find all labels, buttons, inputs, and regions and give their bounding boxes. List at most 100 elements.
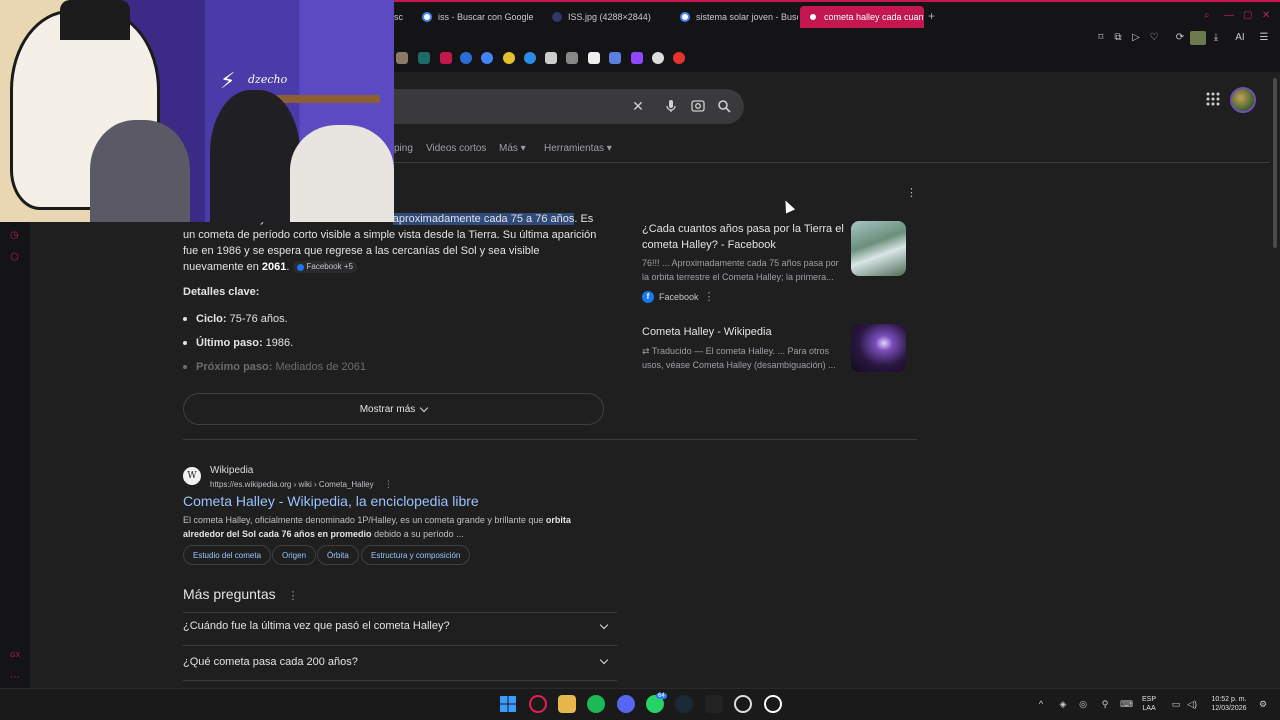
lens-icon[interactable] (690, 98, 706, 114)
show-more-button[interactable]: Mostrar más (183, 393, 604, 425)
sitelink-estructura[interactable]: Estructura y composición (361, 545, 471, 565)
bookmark-icon[interactable] (652, 52, 664, 64)
filter-short-videos[interactable]: Videos cortos (426, 143, 486, 154)
sitelink-orbita[interactable]: Órbita (317, 545, 359, 565)
more-options-icon[interactable]: ⋮ (384, 479, 393, 489)
discord-icon[interactable] (617, 695, 635, 713)
question-item[interactable]: ¿Qué cometa pasa cada 200 años? (183, 656, 358, 668)
bookmark-icon[interactable] (418, 52, 430, 64)
source-card-snippet: ⇄ Traducido — El cometa Halley. ... Para… (642, 344, 847, 372)
windows-start-icon[interactable] (499, 695, 517, 713)
snippet-text: debido a su período ... (371, 529, 464, 539)
sitelink-estudio[interactable]: Estudio del cometa (183, 545, 272, 565)
source-card-title[interactable]: ¿Cada cuantos años pasa por la Tierra el… (642, 221, 847, 253)
source-chip[interactable]: Facebook +5 (292, 261, 357, 274)
page-scrollbar[interactable] (1270, 72, 1280, 688)
close-icon[interactable]: ✕ (630, 98, 646, 114)
bookmark-icon[interactable] (481, 52, 493, 64)
spotify-icon[interactable] (587, 695, 605, 713)
tab-sistema-solar[interactable]: sistema solar joven - Busc (672, 6, 798, 28)
download-icon[interactable]: ⤓ (1210, 32, 1222, 44)
bullet-icon (183, 365, 187, 370)
bookmark-icon[interactable] (673, 52, 685, 64)
question-item[interactable]: ¿Cuándo fue la última vez que pasó el co… (183, 620, 450, 632)
heart-icon[interactable]: ♡ (1148, 32, 1160, 44)
steam-icon[interactable] (675, 695, 693, 713)
result-site-name: Wikipedia (210, 465, 254, 476)
avatar[interactable] (1230, 87, 1256, 113)
network-icon[interactable]: ◎ (1078, 699, 1088, 709)
mic-icon[interactable]: ⚲ (1100, 699, 1110, 709)
more-options-icon[interactable]: ⋮ (704, 290, 715, 303)
notification-icon[interactable]: ⚙ (1258, 699, 1268, 709)
show-more-label: Mostrar más (359, 403, 416, 415)
bookmark-icon[interactable] (566, 52, 578, 64)
new-tab-button[interactable]: + (928, 9, 935, 23)
bookmark-icon[interactable] (524, 52, 536, 64)
shield-icon[interactable]: ◈ (1058, 699, 1068, 709)
detail-item: Próximo paso: Mediados de 2061 (183, 361, 366, 373)
source-card-title[interactable]: Cometa Halley - Wikipedia (642, 324, 847, 340)
scrollbar-thumb[interactable] (1273, 78, 1277, 248)
volume-icon[interactable]: ◁) (1187, 699, 1197, 709)
bookmark-icon[interactable] (609, 52, 621, 64)
search-icon[interactable] (716, 98, 732, 114)
apps-grid-icon[interactable] (1206, 92, 1220, 106)
ai-overview-highlight: aproximadamente cada 75 a 76 años (392, 213, 575, 225)
person-center (210, 90, 300, 222)
monitor-icon[interactable]: ▭ (1171, 699, 1181, 709)
filter-tools[interactable]: Herramientas ▾ (544, 143, 612, 154)
stylus-app-icon[interactable] (705, 695, 723, 713)
bookmark-icon[interactable] (440, 52, 452, 64)
gx-icon[interactable]: GX (10, 652, 22, 664)
maximize-icon[interactable]: ▢ (1243, 10, 1255, 22)
bookmark-icon[interactable] (396, 52, 408, 64)
bookmark-icon[interactable] (460, 52, 472, 64)
bookmark-icon[interactable] (503, 52, 515, 64)
search-tabs-icon[interactable]: ⌕ (1204, 10, 1216, 22)
result-title-link[interactable]: Cometa Halley - Wikipedia, la encicloped… (183, 493, 479, 509)
extensions-icon[interactable]: ⬡ (10, 252, 22, 264)
sitelink-origen[interactable]: Origen (272, 545, 317, 565)
language-indicator[interactable]: ESP LAA (1142, 695, 1156, 713)
filter-shopping[interactable]: ping (394, 143, 413, 154)
extensions-icon[interactable]: ⟳ (1174, 32, 1186, 44)
mic-icon[interactable] (663, 98, 679, 114)
person-left (90, 120, 190, 222)
result-snippet: El cometa Halley, oficialmente denominad… (183, 513, 603, 541)
comet-thumbnail[interactable] (851, 324, 906, 372)
screenshot-icon[interactable]: ⧉ (1112, 32, 1124, 44)
bookmark-icon[interactable]: ⌑ (1095, 32, 1107, 44)
bookmark-icon[interactable] (588, 52, 600, 64)
question-divider (183, 645, 617, 646)
close-icon[interactable]: ✕ (1262, 10, 1274, 22)
profile-icon[interactable] (1190, 31, 1206, 45)
keyboard-icon[interactable]: ⌨ (1120, 699, 1133, 709)
bookmark-icon[interactable] (545, 52, 557, 64)
more-icon[interactable]: ⋯ (10, 672, 22, 684)
menu-icon[interactable]: ☰ (1258, 32, 1270, 44)
minimize-icon[interactable]: — (1224, 10, 1236, 22)
lightning-icon: ⚡ (220, 68, 236, 93)
more-options-icon[interactable]: ⋮ (906, 186, 917, 199)
clock[interactable]: 10:52 p. m. 12/03/2026 (1204, 695, 1254, 713)
bookmark-icon[interactable] (631, 52, 643, 64)
more-options-icon[interactable]: ⋮ (288, 590, 299, 602)
detail-value: 75-76 años. (226, 313, 288, 325)
google-icon (808, 12, 818, 22)
opera-gx-icon[interactable] (529, 695, 547, 713)
play-icon[interactable]: ▷ (1130, 32, 1142, 44)
source-card-site[interactable]: f Facebook ⋮ (642, 290, 715, 303)
history-icon[interactable]: ◷ (10, 230, 22, 242)
waterfall-thumbnail[interactable] (851, 221, 906, 276)
file-explorer-icon[interactable] (558, 695, 576, 713)
filter-more[interactable]: Más ▾ (499, 143, 526, 154)
chevron-up-icon[interactable]: ^ (1036, 699, 1046, 709)
tab-iss-search[interactable]: iss - Buscar con Google (414, 6, 540, 28)
taskbar (0, 688, 1280, 720)
obs-icon[interactable] (764, 695, 782, 713)
tab-iss-image[interactable]: ISS.jpg (4288×2844) (544, 6, 670, 28)
chrome-icon[interactable] (734, 695, 752, 713)
tab-cometa-halley[interactable]: cometa halley cada cuanto (800, 6, 924, 28)
ai-icon[interactable]: AI (1230, 32, 1250, 44)
